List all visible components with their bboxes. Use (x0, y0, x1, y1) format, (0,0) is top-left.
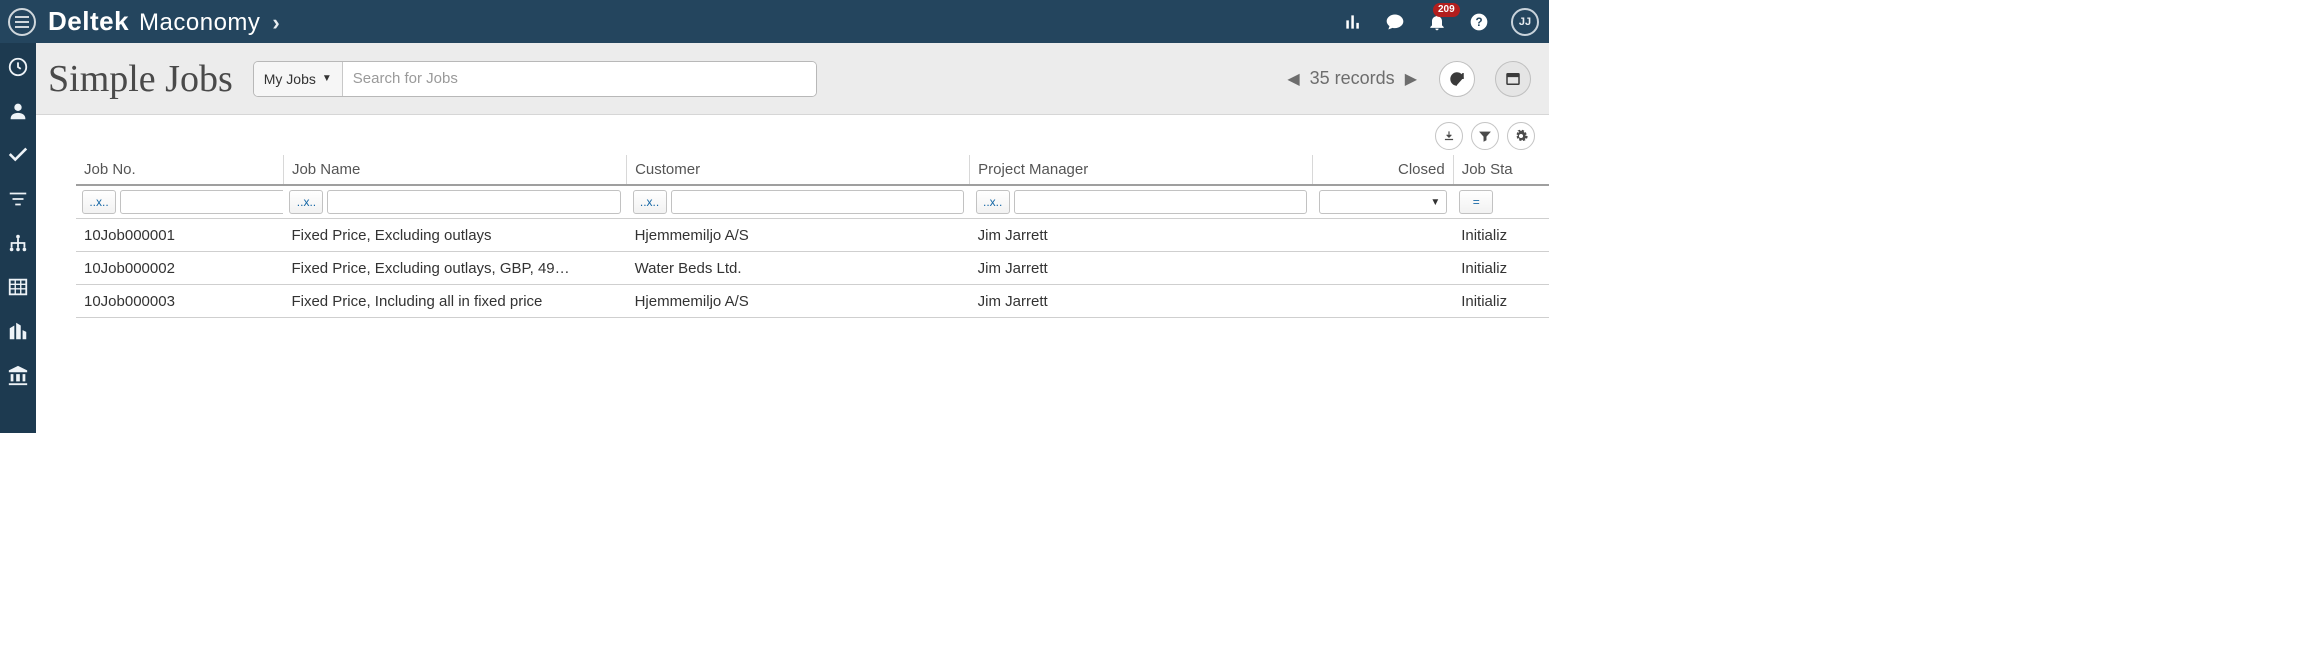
brand-primary: Deltek (48, 6, 129, 37)
cell-status: Initializ (1453, 252, 1549, 285)
page-header: Simple Jobs My Jobs ▼ ◀ 35 records ▶ (36, 43, 1549, 115)
chevron-down-icon: ▼ (322, 73, 332, 84)
hierarchy-icon[interactable] (6, 231, 30, 255)
next-records-button[interactable]: ▶ (1403, 69, 1419, 89)
topbar-actions: 209 ? JJ (1343, 8, 1539, 36)
svg-text:?: ? (1475, 16, 1482, 29)
content-area: Simple Jobs My Jobs ▼ ◀ 35 records ▶ (36, 43, 1549, 433)
table-wrap: Job No. Job Name Customer Project Manage… (36, 155, 1549, 433)
filter-op-jobno[interactable]: ..x.. (82, 190, 116, 214)
cell-closed (1313, 285, 1453, 318)
record-count-label: 35 records (1310, 68, 1395, 89)
cell-customer: Hjemmemiljo A/S (627, 285, 970, 318)
download-button[interactable] (1435, 122, 1463, 150)
cell-jobno: 10Job000001 (76, 219, 283, 252)
chat-icon[interactable] (1385, 12, 1405, 32)
filter-op-status[interactable]: = (1459, 190, 1493, 214)
col-jobname[interactable]: Job Name (283, 155, 626, 185)
sub-toolbar (36, 115, 1549, 155)
brand-secondary: Maconomy (139, 9, 260, 37)
table-header-row: Job No. Job Name Customer Project Manage… (76, 155, 1549, 185)
settings-button[interactable] (1507, 122, 1535, 150)
filter-row: ..x.. ..x.. ..x.. ..x.. (76, 185, 1549, 219)
notifications-icon[interactable]: 209 (1427, 12, 1447, 32)
cell-status: Initializ (1453, 219, 1549, 252)
col-jobno[interactable]: Job No. (76, 155, 283, 185)
brand-caret-icon: › (272, 10, 279, 36)
cell-pm: Jim Jarrett (970, 219, 1313, 252)
filter-lines-icon[interactable] (6, 187, 30, 211)
notification-badge: 209 (1433, 3, 1460, 17)
filter-op-jobname[interactable]: ..x.. (289, 190, 323, 214)
table-row[interactable]: 10Job000001Fixed Price, Excluding outlay… (76, 219, 1549, 252)
filter-input-jobname[interactable] (327, 190, 620, 214)
table-row[interactable]: 10Job000002Fixed Price, Excluding outlay… (76, 252, 1549, 285)
jobs-table: Job No. Job Name Customer Project Manage… (76, 155, 1549, 318)
filter-input-customer[interactable] (671, 190, 964, 214)
left-nav (0, 43, 36, 433)
record-pager: ◀ 35 records ▶ (1285, 68, 1419, 89)
col-customer[interactable]: Customer (627, 155, 970, 185)
buildings-icon[interactable] (6, 319, 30, 343)
filter-op-pm[interactable]: ..x.. (976, 190, 1010, 214)
cell-customer: Hjemmemiljo A/S (627, 219, 970, 252)
user-avatar[interactable]: JJ (1511, 8, 1539, 36)
col-closed[interactable]: Closed (1313, 155, 1453, 185)
cell-pm: Jim Jarrett (970, 285, 1313, 318)
cell-customer: Water Beds Ltd. (627, 252, 970, 285)
cell-closed (1313, 252, 1453, 285)
search-scope-label: My Jobs (264, 71, 316, 87)
filter-input-jobno[interactable] (120, 190, 283, 214)
cell-jobname: Fixed Price, Excluding outlays, GBP, 49… (283, 252, 626, 285)
cell-status: Initializ (1453, 285, 1549, 318)
person-icon[interactable] (6, 99, 30, 123)
analytics-icon[interactable] (1343, 12, 1363, 32)
search-input[interactable] (343, 62, 816, 96)
bank-icon[interactable] (6, 363, 30, 387)
clock-icon[interactable] (6, 55, 30, 79)
search-scope-dropdown[interactable]: My Jobs ▼ (254, 62, 343, 96)
spreadsheet-icon[interactable] (6, 275, 30, 299)
table-row[interactable]: 10Job000003Fixed Price, Including all in… (76, 285, 1549, 318)
col-status[interactable]: Job Sta (1453, 155, 1549, 185)
avatar-initials: JJ (1519, 16, 1531, 28)
filter-select-closed[interactable]: ▼ (1319, 190, 1447, 214)
cell-pm: Jim Jarrett (970, 252, 1313, 285)
page-title: Simple Jobs (48, 57, 233, 101)
filter-button[interactable] (1471, 122, 1499, 150)
cell-jobno: 10Job000003 (76, 285, 283, 318)
panel-toggle-button[interactable] (1495, 61, 1531, 97)
help-icon[interactable]: ? (1469, 12, 1489, 32)
filter-op-customer[interactable]: ..x.. (633, 190, 667, 214)
cell-closed (1313, 219, 1453, 252)
search-group: My Jobs ▼ (253, 61, 817, 97)
col-pm[interactable]: Project Manager (970, 155, 1313, 185)
top-bar: Deltek Maconomy › 209 ? JJ (0, 0, 1549, 43)
cell-jobno: 10Job000002 (76, 252, 283, 285)
main-menu-button[interactable] (8, 8, 36, 36)
cell-jobname: Fixed Price, Including all in fixed pric… (283, 285, 626, 318)
cell-jobname: Fixed Price, Excluding outlays (283, 219, 626, 252)
checkmark-icon[interactable] (6, 143, 30, 167)
refresh-button[interactable] (1439, 61, 1475, 97)
brand: Deltek Maconomy › (48, 6, 280, 37)
filter-input-pm[interactable] (1014, 190, 1307, 214)
chevron-down-icon: ▼ (1430, 197, 1440, 208)
prev-records-button[interactable]: ◀ (1285, 69, 1301, 89)
